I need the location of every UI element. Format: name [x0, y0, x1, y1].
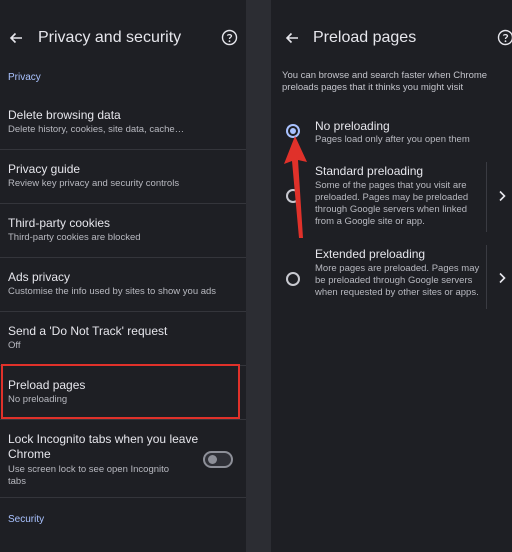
page-title: Preload pages [313, 29, 417, 46]
help-icon[interactable] [221, 29, 238, 46]
section-header-privacy: Privacy [8, 72, 41, 83]
lock-incognito-toggle[interactable] [203, 451, 233, 468]
preload-pages-highlight [1, 364, 240, 419]
item-subtitle: Off [8, 340, 21, 351]
list-item-do-not-track[interactable]: Send a 'Do Not Track' request Off [0, 312, 246, 366]
page-title: Privacy and security [38, 29, 182, 46]
item-subtitle-line1: Use screen lock to see open Incognito [8, 464, 170, 475]
option-title: No preloading [315, 119, 390, 133]
item-title: Ads privacy [8, 270, 71, 284]
back-arrow-icon[interactable] [284, 30, 300, 46]
help-icon[interactable] [497, 29, 512, 46]
item-title: Send a 'Do Not Track' request [8, 324, 168, 338]
item-title-line1: Lock Incognito tabs when you leave [8, 432, 199, 446]
back-arrow-icon[interactable] [8, 30, 24, 46]
list-item-delete-browsing-data[interactable]: Delete browsing data Delete history, coo… [0, 96, 246, 150]
item-subtitle: Review key privacy and security controls [8, 178, 180, 189]
option-description: Some of the pages that you visit are pre… [315, 180, 469, 227]
item-title-line2: Chrome [8, 447, 51, 461]
item-subtitle: Delete history, cookies, site data, cach… [8, 124, 185, 135]
app-bar: Preload pages [271, 26, 512, 52]
annotation-arrow [284, 136, 307, 238]
option-description: More pages are preloaded. Pages may be p… [315, 263, 480, 298]
panel-separator [246, 0, 271, 552]
preload-pages-panel: Preload pages You can browse and search … [271, 0, 512, 552]
item-subtitle: Customise the info used by sites to show… [8, 286, 217, 297]
list-item-ads-privacy[interactable]: Ads privacy Customise the info used by s… [0, 258, 246, 312]
chevron-right-icon[interactable] [497, 190, 507, 202]
toggle-knob [208, 455, 217, 464]
section-header-security: Security [8, 514, 45, 525]
app-bar: Privacy and security [0, 26, 246, 52]
radio-extended-preloading[interactable] [286, 272, 300, 286]
item-title: Third-party cookies [8, 216, 111, 230]
list-item-third-party-cookies[interactable]: Third-party cookies Third-party cookies … [0, 204, 246, 258]
preload-description: You can browse and search faster when Ch… [282, 70, 488, 93]
option-description: Pages load only after you open them [315, 134, 470, 145]
chevron-right-icon[interactable] [497, 272, 507, 284]
list-item-privacy-guide[interactable]: Privacy guide Review key privacy and sec… [0, 150, 246, 204]
item-subtitle: Third-party cookies are blocked [8, 232, 141, 243]
option-title: Standard preloading [315, 164, 424, 178]
option-title: Extended preloading [315, 247, 426, 261]
item-title: Privacy guide [8, 162, 81, 176]
option-extended-preloading[interactable]: Extended preloading More pages are prelo… [271, 243, 512, 315]
item-subtitle-line2: tabs [8, 476, 26, 487]
option-divider [486, 245, 487, 309]
privacy-security-panel: Privacy and security Privacy Delete brow… [0, 0, 246, 552]
option-divider [486, 162, 487, 232]
item-title: Delete browsing data [8, 108, 121, 122]
